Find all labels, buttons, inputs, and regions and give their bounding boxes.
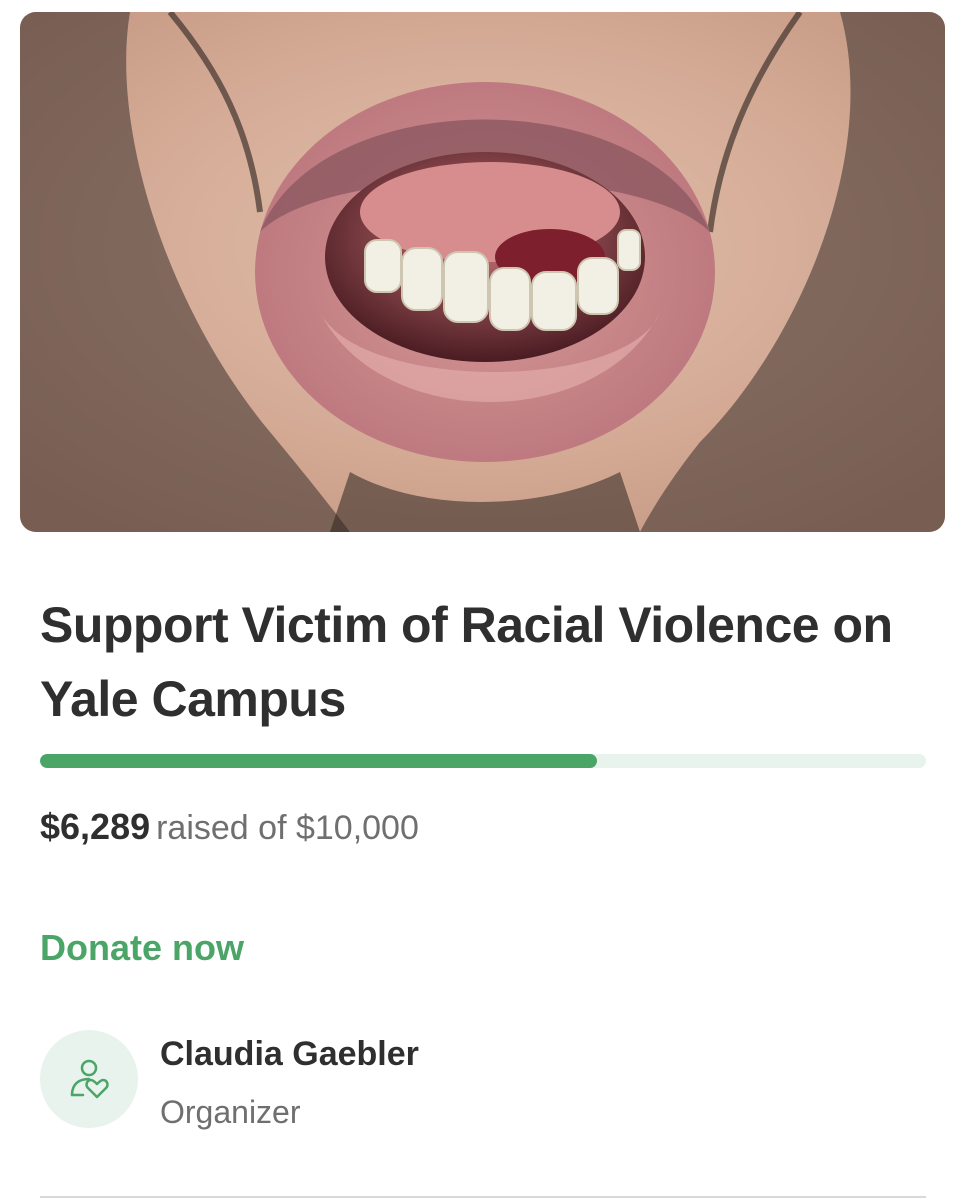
organizer-card[interactable]: Claudia Gaebler Organizer [40, 1030, 640, 1130]
amount-goal: raised of $10,000 [156, 809, 419, 847]
progress-bar [40, 754, 926, 768]
hero-photo [20, 12, 945, 532]
progress-fill [40, 754, 598, 768]
organizer-name: Claudia Gaebler [160, 1035, 419, 1073]
fundraiser-title: Support Victim of Racial Violence on Yal… [40, 597, 893, 727]
donate-now-link[interactable]: Donate now [40, 925, 244, 971]
divider [40, 1196, 926, 1198]
person-heart-icon [70, 1059, 109, 1099]
amount-raised: $6,289 [40, 806, 151, 847]
organizer-role: Organizer [160, 1094, 301, 1130]
amount-summary: $6,289 raised of $10,000 [40, 802, 419, 853]
avatar [40, 1030, 138, 1128]
mouth-photo-illustration [20, 12, 945, 532]
